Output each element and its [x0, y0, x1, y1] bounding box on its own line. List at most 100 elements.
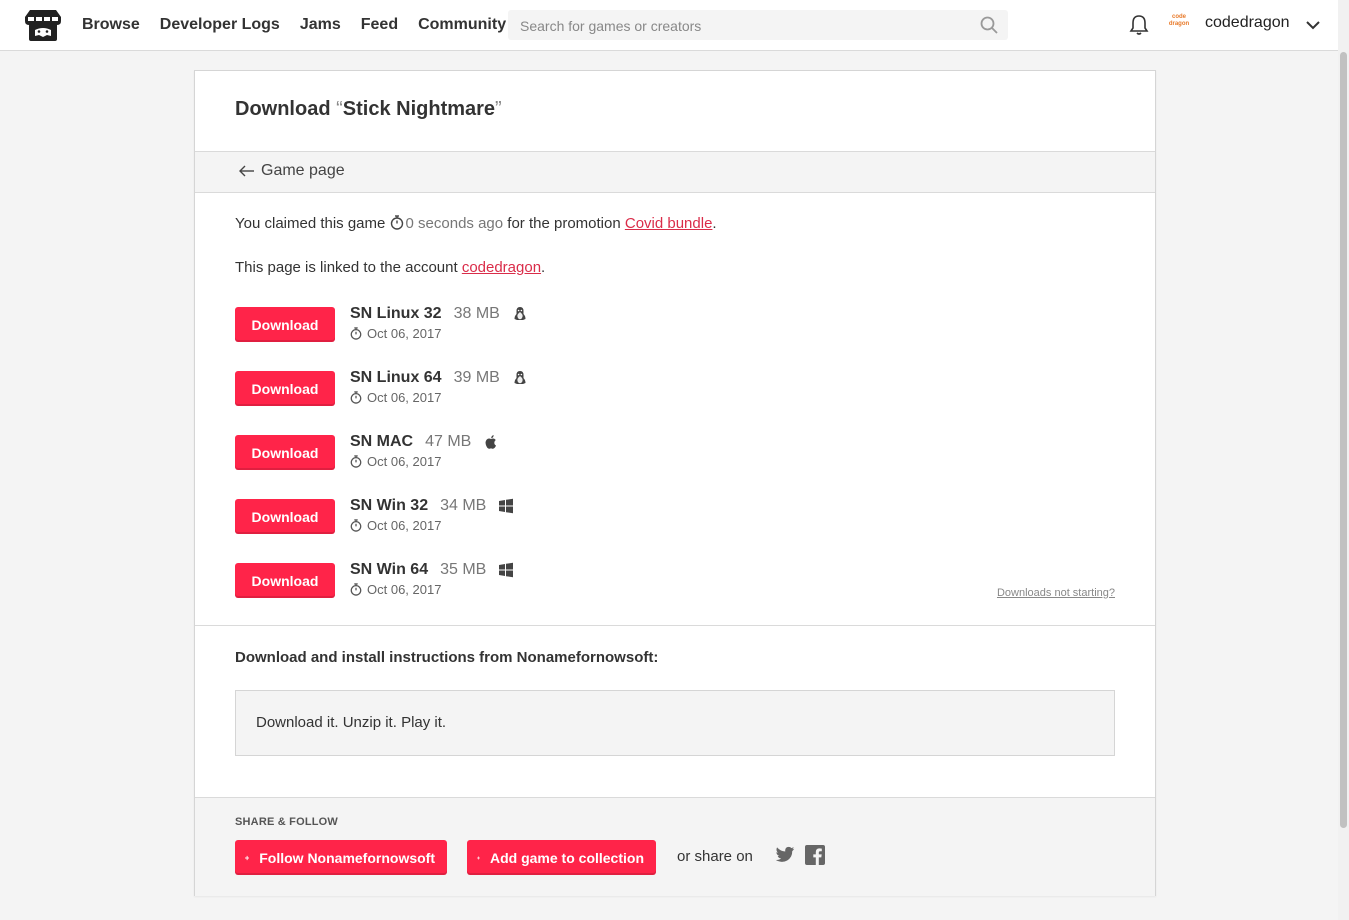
upload-date-text: Oct 06, 2017 [367, 326, 442, 341]
share-follow-label: SHARE & FOLLOW [235, 816, 339, 828]
upload-name: SN Linux 32 [350, 305, 442, 322]
stopwatch-icon [350, 391, 362, 404]
search-box [508, 10, 1008, 42]
upload-name: SN Linux 64 [350, 369, 442, 386]
share-follow-section: SHARE & FOLLOW Follow Nonamefornowsoft A… [195, 797, 1155, 896]
collection-label: Add game to collection [489, 849, 644, 866]
linked-account-message: This page is linked to the account coded… [235, 259, 545, 276]
linux-icon [514, 307, 526, 320]
upload-size: 47 MB [425, 433, 472, 450]
open-quote: “ [336, 98, 343, 120]
chevron-down-icon[interactable] [1305, 17, 1321, 33]
promotion-link[interactable]: Covid bundle [625, 215, 713, 232]
top-header: Browse Developer Logs Jams Feed Communit… [0, 0, 1338, 51]
plus-icon [477, 856, 480, 859]
upload-date: Oct 06, 2017 [350, 518, 514, 533]
upload-size: 34 MB [440, 497, 487, 514]
download-button[interactable]: Download [235, 435, 335, 470]
download-button[interactable]: Download [235, 371, 335, 406]
upload-info: SN Win 32 34 MB Oct 06, 2017 [350, 495, 514, 533]
search-icon[interactable] [980, 16, 998, 34]
upload-info: SN Linux 32 38 MB Oct 06, 2017 [350, 303, 528, 341]
upload-name: SN MAC [350, 433, 414, 450]
instructions-box: Download it. Unzip it. Play it. [235, 690, 1115, 756]
claim-text-2: for the promotion [503, 215, 625, 232]
claim-end: . [712, 215, 717, 232]
instructions-text: Download it. Unzip it. Play it. [256, 714, 447, 731]
instructions-title: Download and install instructions from N… [235, 649, 659, 666]
section-divider [195, 625, 1155, 626]
account-link[interactable]: codedragon [462, 259, 541, 276]
claim-message: You claimed this game 0 seconds ago for … [235, 215, 717, 232]
download-button[interactable]: Download [235, 307, 335, 342]
upload-size: 35 MB [440, 561, 487, 578]
search-input[interactable] [518, 10, 972, 42]
downloads-not-starting-link[interactable]: Downloads not starting? [997, 587, 1115, 599]
nav-jams[interactable]: Jams [300, 16, 341, 34]
upload-row: Download SN Linux 64 39 MB Oct 06, 2017 [235, 367, 1115, 431]
uploads-list: Download SN Linux 32 38 MB Oct 06, 2017 … [235, 303, 1115, 623]
upload-row: Download SN Win 64 35 MB Oct 06, 2017 [235, 559, 1115, 623]
nav-developer-logs[interactable]: Developer Logs [160, 16, 280, 34]
share-on-text: or share on [677, 848, 753, 865]
title-prefix: Download [235, 98, 337, 120]
stopwatch-icon [350, 583, 362, 596]
stopwatch-icon [390, 215, 403, 230]
linked-end: . [541, 259, 546, 276]
add-to-collection-button[interactable]: Add game to collection [467, 840, 656, 875]
claim-time: 0 seconds ago [405, 215, 504, 232]
windows-icon [499, 498, 514, 514]
game-title: Stick Nightmare [342, 98, 496, 120]
username[interactable]: codedragon [1205, 14, 1290, 32]
stopwatch-icon [350, 455, 362, 468]
download-button[interactable]: Download [235, 563, 335, 598]
upload-date-text: Oct 06, 2017 [367, 518, 442, 533]
upload-size: 38 MB [453, 305, 500, 322]
twitter-icon[interactable] [775, 846, 795, 864]
linked-text: This page is linked to the account [235, 259, 462, 276]
scrollbar-thumb[interactable] [1340, 52, 1347, 828]
follow-button[interactable]: Follow Nonamefornowsoft [235, 840, 447, 875]
bell-icon[interactable] [1129, 14, 1149, 36]
upload-info: SN Win 64 35 MB Oct 06, 2017 [350, 559, 514, 597]
page-title: Download “Stick Nightmare” [235, 98, 502, 121]
linux-icon [514, 371, 526, 384]
download-button[interactable]: Download [235, 499, 335, 534]
upload-row: Download SN Win 32 34 MB Oct 06, 2017 [235, 495, 1115, 559]
download-card: Download “Stick Nightmare” Game page You… [194, 70, 1156, 896]
page-scrollbar[interactable] [1338, 0, 1349, 920]
upload-date-text: Oct 06, 2017 [367, 454, 442, 469]
upload-date: Oct 06, 2017 [350, 326, 528, 341]
upload-info: SN MAC 47 MB Oct 06, 2017 [350, 431, 499, 469]
back-bar: Game page [195, 151, 1155, 193]
game-page-label: Game page [261, 162, 345, 179]
avatar[interactable]: code dragon [1166, 14, 1192, 34]
stopwatch-icon [350, 519, 362, 532]
arrow-left-icon [239, 165, 254, 177]
apple-icon [485, 435, 497, 449]
upload-date-text: Oct 06, 2017 [367, 390, 442, 405]
nav-community[interactable]: Community [418, 16, 506, 34]
upload-date: Oct 06, 2017 [350, 582, 514, 597]
upload-size: 39 MB [453, 369, 500, 386]
game-page-link[interactable]: Game page [239, 162, 345, 180]
main-nav: Browse Developer Logs Jams Feed Communit… [82, 0, 526, 50]
nav-feed[interactable]: Feed [361, 16, 398, 34]
nav-browse[interactable]: Browse [82, 16, 140, 34]
stopwatch-icon [350, 327, 362, 340]
upload-row: Download SN Linux 32 38 MB Oct 06, 2017 [235, 303, 1115, 367]
upload-name: SN Win 32 [350, 497, 429, 514]
upload-date: Oct 06, 2017 [350, 454, 499, 469]
facebook-icon[interactable] [805, 845, 825, 865]
close-quote: ” [495, 98, 502, 120]
claim-text: You claimed this game [235, 215, 390, 232]
windows-icon [499, 562, 514, 578]
upload-date: Oct 06, 2017 [350, 390, 528, 405]
upload-date-text: Oct 06, 2017 [367, 582, 442, 597]
upload-row: Download SN MAC 47 MB Oct 06, 2017 [235, 431, 1115, 495]
follow-label: Follow Nonamefornowsoft [259, 849, 435, 866]
plus-icon [245, 855, 250, 860]
upload-info: SN Linux 64 39 MB Oct 06, 2017 [350, 367, 528, 405]
itchio-logo-icon[interactable] [24, 8, 62, 43]
upload-name: SN Win 64 [350, 561, 429, 578]
